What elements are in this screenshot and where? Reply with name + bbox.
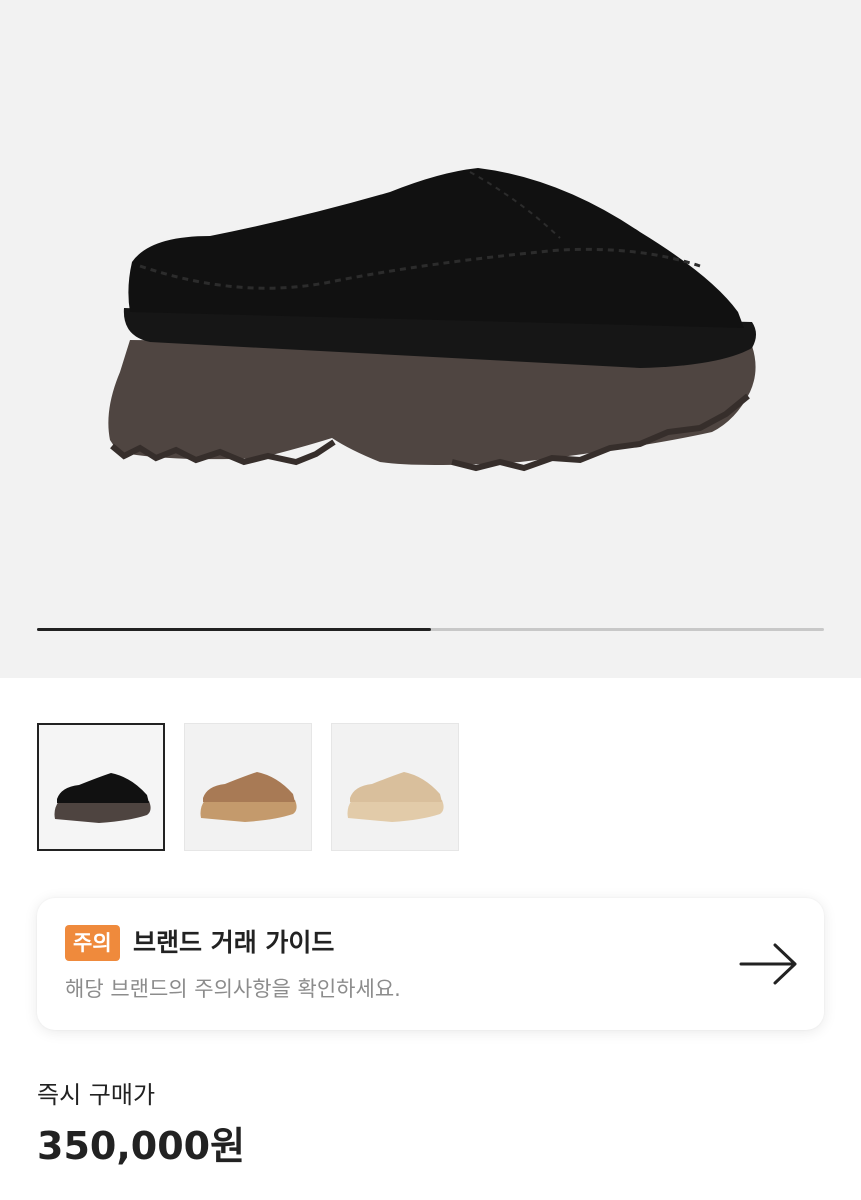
thumbnail-chestnut[interactable] (184, 723, 312, 851)
guide-title: 브랜드 거래 가이드 (133, 928, 335, 957)
arrow-right-icon[interactable] (737, 942, 799, 986)
thumbnail-black[interactable] (37, 723, 165, 851)
thumbnail-image (347, 772, 444, 822)
thumbnail-sand[interactable] (331, 723, 459, 851)
gallery-progress-bar (37, 628, 824, 631)
caution-badge: 주의 (65, 925, 120, 961)
product-main-image (108, 168, 756, 472)
instant-buy-price: 350,000원 (37, 1124, 246, 1168)
brand-guide-card[interactable]: 주의 브랜드 거래 가이드 해당 브랜드의 주의사항을 확인하세요. (37, 898, 824, 1030)
gallery-progress-fill (37, 628, 431, 631)
instant-buy-label: 즉시 구매가 (37, 1081, 156, 1109)
guide-subtitle: 해당 브랜드의 주의사항을 확인하세요. (65, 977, 401, 1001)
thumbnail-image (54, 773, 151, 823)
thumbnail-image (200, 772, 297, 822)
product-image-gallery[interactable] (0, 0, 861, 678)
